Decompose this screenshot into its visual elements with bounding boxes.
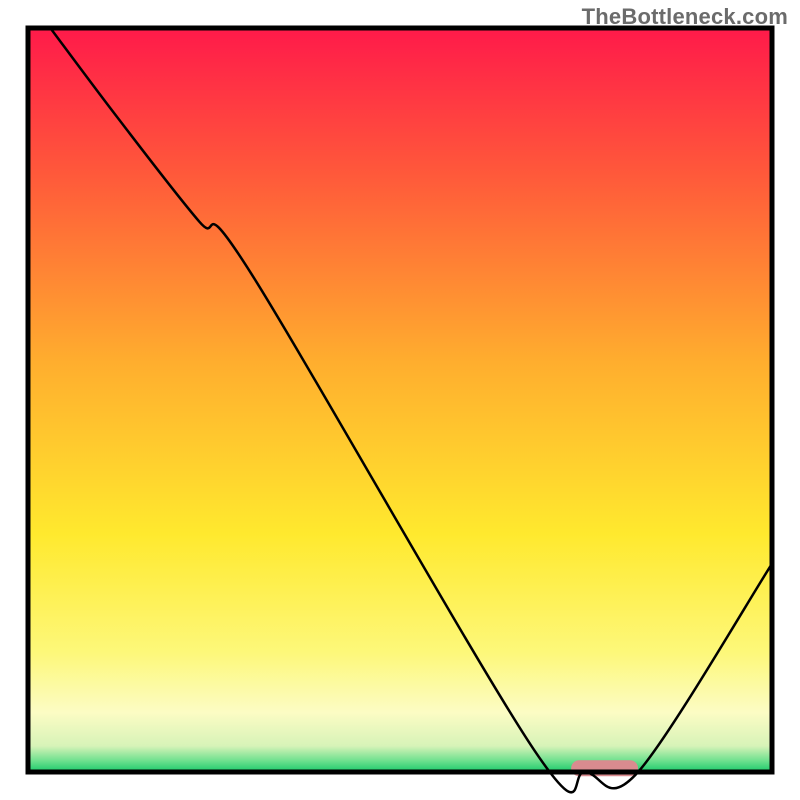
chart-container: TheBottleneck.com xyxy=(0,0,800,800)
bottleneck-chart xyxy=(0,0,800,800)
gradient-background xyxy=(28,28,772,772)
watermark-text: TheBottleneck.com xyxy=(582,4,788,30)
